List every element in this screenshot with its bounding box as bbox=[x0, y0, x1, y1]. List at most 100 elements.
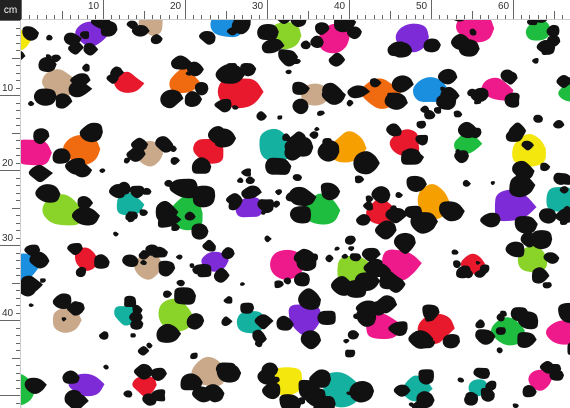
ruler-tick bbox=[16, 102, 20, 104]
rosette-black-spot bbox=[531, 267, 550, 284]
ruler-tick bbox=[16, 305, 20, 306]
ruler-tick bbox=[16, 342, 20, 344]
leopard-dot bbox=[433, 107, 442, 114]
ruler-tick bbox=[16, 65, 20, 66]
ruler-tick bbox=[0, 320, 20, 321]
rosette-black-spot bbox=[124, 295, 137, 308]
leopard-dot bbox=[316, 110, 325, 116]
ruler-tick bbox=[168, 15, 170, 19]
ruler-tick bbox=[258, 15, 260, 19]
leopard-dot bbox=[322, 138, 333, 145]
leopard-dot bbox=[28, 303, 34, 307]
ruler-top-label: 30 bbox=[252, 1, 264, 12]
ruler-tick bbox=[16, 237, 20, 239]
rosette-black-spot bbox=[387, 41, 406, 57]
ruler-tick bbox=[16, 117, 20, 119]
ruler-tick bbox=[299, 15, 301, 19]
leopard-dot bbox=[420, 105, 430, 114]
rosette-black-spot bbox=[202, 239, 216, 252]
leopard-dot bbox=[345, 349, 356, 358]
ruler-tick bbox=[16, 110, 20, 111]
ruler-tick bbox=[504, 15, 506, 19]
ruler-tick bbox=[365, 15, 367, 19]
rosette-black-spot bbox=[300, 330, 322, 350]
leopard-dot bbox=[309, 131, 319, 139]
rosette-black-spot bbox=[514, 215, 538, 234]
leopard-dot bbox=[334, 246, 340, 251]
ruler-tick bbox=[111, 15, 113, 19]
rosette-black-spot bbox=[214, 128, 237, 148]
ruler-tick bbox=[226, 11, 227, 19]
rosette-black-spot bbox=[423, 38, 441, 53]
rosette-black-spot bbox=[174, 287, 196, 305]
ruler-tick bbox=[398, 15, 400, 19]
ruler-tick bbox=[16, 200, 20, 201]
ruler-tick bbox=[16, 215, 20, 216]
leopard-dot bbox=[416, 120, 427, 129]
ruler-tick bbox=[16, 72, 20, 74]
rosette-color-spot bbox=[21, 139, 52, 166]
rosette-black-spot bbox=[221, 247, 235, 260]
ruler-tick bbox=[94, 15, 96, 19]
ruler-tick bbox=[144, 11, 145, 19]
rosette-black-spot bbox=[469, 127, 482, 139]
ruler-tick bbox=[70, 15, 72, 19]
rosette-black-spot bbox=[199, 30, 216, 45]
leopard-dot bbox=[314, 126, 320, 132]
rosette-black-spot bbox=[257, 23, 279, 41]
leopard-dot bbox=[137, 346, 150, 356]
ruler-tick bbox=[242, 15, 244, 19]
ruler-tick bbox=[340, 15, 342, 19]
leopard-dot bbox=[46, 34, 53, 41]
leopard-dot bbox=[541, 48, 551, 56]
rosette-black-spot bbox=[72, 161, 93, 178]
leopard-dot bbox=[254, 340, 263, 348]
ruler-tick bbox=[16, 192, 20, 194]
ruler-left-label: 10 bbox=[2, 83, 14, 94]
leopard-dot bbox=[475, 319, 485, 329]
ruler-tick bbox=[78, 15, 80, 19]
leopard-dot bbox=[245, 176, 255, 185]
leopard-dot bbox=[454, 40, 459, 45]
ruler-tick bbox=[16, 252, 20, 254]
rosette-black-spot bbox=[442, 334, 460, 349]
ruler-tick bbox=[12, 57, 20, 59]
ruler-tick bbox=[16, 380, 20, 381]
ruler-tick bbox=[513, 0, 514, 19]
ruler-tick bbox=[0, 170, 20, 171]
leopard-dot bbox=[162, 290, 173, 298]
ruler-tick bbox=[16, 162, 20, 164]
ruler-top-label: 60 bbox=[498, 1, 510, 12]
rosette-black-spot bbox=[122, 254, 139, 267]
ruler-tick bbox=[193, 15, 195, 19]
rosette-black-spot bbox=[70, 301, 85, 316]
rosette-black-spot bbox=[100, 21, 118, 37]
leopard-dot bbox=[45, 54, 52, 60]
ruler-tick bbox=[53, 15, 55, 19]
horizontal-ruler: 10203040506070 bbox=[21, 0, 570, 20]
ruler-tick bbox=[16, 335, 20, 336]
ruler-tick bbox=[0, 245, 20, 246]
ruler-tick bbox=[406, 15, 408, 19]
ruler-tick bbox=[12, 282, 20, 284]
ruler-tick bbox=[209, 15, 211, 19]
leopard-dot bbox=[293, 58, 301, 65]
leopard-dot bbox=[175, 254, 183, 260]
rosette-black-spot bbox=[439, 201, 465, 222]
leopard-dot bbox=[190, 352, 198, 360]
rosette-black-spot bbox=[21, 275, 43, 295]
rosette-black-spot bbox=[371, 186, 391, 204]
leopard-dot bbox=[512, 403, 519, 408]
ruler-tick bbox=[545, 15, 547, 19]
ruler-tick bbox=[0, 395, 20, 396]
leopard-dot bbox=[264, 235, 272, 243]
rosette-black-spot bbox=[21, 50, 26, 61]
rosette-black-spot bbox=[55, 93, 73, 109]
leopard-dot bbox=[130, 333, 136, 338]
ruler-tick bbox=[16, 35, 20, 36]
ruler-tick bbox=[16, 80, 20, 81]
rosette-black-spot bbox=[317, 310, 336, 326]
ruler-tick bbox=[16, 350, 20, 351]
leopard-dot bbox=[542, 282, 552, 289]
ruler-tick bbox=[562, 15, 564, 19]
